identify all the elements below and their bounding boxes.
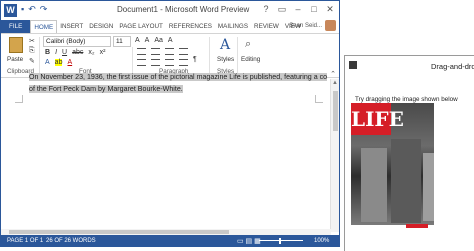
help-button[interactable]: ?	[259, 3, 273, 16]
life-logo: LIFE	[351, 103, 404, 135]
minimize-button[interactable]: –	[291, 3, 305, 16]
font-size-select[interactable]: 11	[113, 36, 131, 47]
cover-red-strip	[406, 224, 428, 228]
word-window: W ▪ ↶ ↷ Document1 - Microsoft Word Previ…	[0, 0, 340, 247]
title-bar: W ▪ ↶ ↷ Document1 - Microsoft Word Previ…	[1, 1, 339, 20]
tab-home[interactable]: HOME	[30, 20, 58, 33]
zoom-slider[interactable]	[259, 240, 303, 241]
document-page[interactable]	[9, 85, 327, 235]
margin-corner-mark	[315, 95, 323, 103]
cut-icon[interactable]: ✂	[29, 37, 35, 45]
font-name-select[interactable]: Calibri (Body)	[43, 36, 111, 47]
window-title: Drag-and-dro	[431, 62, 474, 71]
find-icon[interactable]: ⌕	[245, 38, 251, 51]
draggable-magazine-image[interactable]: LIFE	[351, 103, 434, 225]
editing-button-label[interactable]: Editing	[241, 56, 260, 63]
change-case-icon[interactable]: Aa	[154, 37, 163, 44]
vertical-scrollbar[interactable]: ▲	[330, 79, 339, 232]
document-area	[1, 79, 331, 235]
word-count[interactable]: 26 OF 26 WORDS	[46, 238, 96, 244]
scroll-thumb[interactable]	[9, 230, 229, 234]
drag-drop-window: Drag-and-dro Try dragging the image show…	[344, 55, 474, 251]
underline-button[interactable]: U	[62, 49, 67, 56]
numbering-icon[interactable]	[151, 59, 160, 66]
tab-file[interactable]: FILE	[1, 20, 31, 33]
undo-icon[interactable]: ↶	[28, 4, 36, 15]
avatar[interactable]	[325, 20, 336, 31]
tab-references[interactable]: REFERENCES	[166, 20, 215, 33]
save-icon[interactable]: ▪	[21, 4, 24, 15]
user-account[interactable]: Sean Seid...	[289, 20, 336, 31]
document-text[interactable]: On November 23, 1936, the first issue of…	[29, 71, 331, 95]
dam-pillar	[391, 139, 421, 223]
zoom-slider-thumb[interactable]	[279, 238, 281, 244]
shading-icon[interactable]	[179, 59, 188, 66]
font-color-icon[interactable]: A	[67, 59, 72, 66]
view-buttons[interactable]: ▭ ▤ ▦	[237, 237, 261, 245]
bold-button[interactable]: B	[45, 49, 50, 56]
superscript-button[interactable]: x²	[100, 49, 106, 56]
redo-icon[interactable]: ↷	[40, 4, 48, 15]
collapse-ribbon-icon[interactable]: ⌃	[330, 70, 336, 78]
styles-button-label[interactable]: Styles	[217, 56, 234, 63]
justify-icon[interactable]	[179, 48, 188, 55]
tab-design[interactable]: DESIGN	[86, 20, 116, 33]
align-center-icon[interactable]	[151, 48, 160, 55]
zoom-level[interactable]: 100%	[314, 238, 329, 244]
ribbon-display-button[interactable]: ▭	[275, 3, 289, 16]
ribbon-tabs: FILE HOME INSERT DESIGN PAGE LAYOUT REFE…	[1, 20, 339, 33]
divider	[209, 37, 210, 75]
highlight-icon[interactable]: ab	[54, 59, 63, 66]
window-title: Document1 - Microsoft Word Preview	[117, 5, 250, 14]
strikethrough-button[interactable]: abc	[72, 49, 83, 56]
font-size-tools: A A Aa A	[135, 37, 173, 44]
shrink-font-icon[interactable]: A	[145, 37, 150, 44]
instruction-text: Try dragging the image shown below	[355, 96, 458, 103]
tab-mailings[interactable]: MAILINGS	[215, 20, 251, 33]
styles-icon[interactable]: A	[220, 37, 230, 53]
paste-icon[interactable]	[9, 37, 23, 53]
font-color-tools: A ab A	[45, 59, 72, 66]
align-left-icon[interactable]	[137, 48, 146, 55]
text-effects-icon[interactable]: A	[45, 59, 50, 66]
font-style-tools: B I U abc x₂ x²	[45, 49, 105, 56]
quick-access-toolbar: ▪ ↶ ↷	[21, 4, 47, 15]
close-button[interactable]: ✕	[323, 3, 337, 16]
align-right-icon[interactable]	[165, 48, 174, 55]
page-count[interactable]: PAGE 1 OF 1	[7, 238, 43, 244]
app-icon	[349, 61, 357, 69]
maximize-button[interactable]: □	[307, 3, 321, 16]
paste-button-label[interactable]: Paste	[7, 56, 23, 63]
margin-corner-mark	[15, 95, 23, 103]
subscript-button[interactable]: x₂	[88, 49, 94, 56]
copy-icon[interactable]: ⎘	[29, 47, 35, 55]
format-painter-icon[interactable]: ✎	[29, 57, 35, 65]
tab-insert[interactable]: INSERT	[57, 20, 86, 33]
grow-font-icon[interactable]: A	[135, 37, 140, 44]
bullets-icon[interactable]	[137, 59, 146, 66]
italic-button[interactable]: I	[55, 49, 57, 56]
window-controls: ? ▭ – □ ✕	[259, 3, 337, 16]
tab-review[interactable]: REVIEW	[251, 20, 282, 33]
selected-text-line[interactable]: On November 23, 1936, the first issue of…	[29, 73, 328, 81]
line-spacing-icon[interactable]	[165, 59, 174, 66]
tab-page-layout[interactable]: PAGE LAYOUT	[116, 20, 166, 33]
status-bar: PAGE 1 OF 1 26 OF 26 WORDS ▭ ▤ ▦ 100%	[1, 235, 339, 247]
pilcrow-icon[interactable]: ¶	[193, 56, 197, 63]
scroll-up-icon[interactable]: ▲	[332, 80, 338, 86]
divider	[39, 37, 40, 75]
clear-format-icon[interactable]: A	[168, 37, 173, 44]
scroll-thumb[interactable]	[333, 91, 338, 131]
dam-pillar	[361, 148, 387, 222]
divider	[237, 37, 238, 75]
word-app-icon[interactable]: W	[4, 4, 17, 17]
selected-text-line[interactable]: of the Fort Peck Dam by Margaret Bourke-…	[29, 85, 183, 93]
user-name: Sean Seid...	[289, 22, 322, 29]
dam-pillar	[423, 153, 434, 221]
